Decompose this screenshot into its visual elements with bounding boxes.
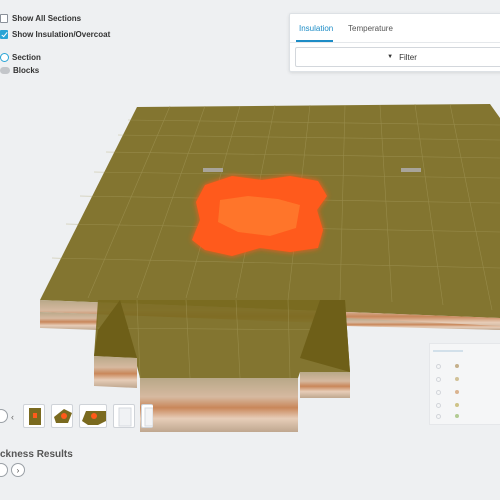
thickness-results-title: ckness Results — [0, 449, 73, 460]
thumbnail-5[interactable] — [141, 404, 153, 428]
show-all-sections-toggle[interactable]: Show All Sections — [0, 14, 81, 23]
swatch-icon — [455, 414, 459, 418]
swatch-icon — [455, 364, 459, 368]
radio-selected-icon[interactable] — [0, 53, 9, 62]
swatch-icon — [455, 390, 459, 394]
thumbnail-4[interactable] — [113, 404, 135, 428]
legend-row[interactable] — [436, 373, 500, 385]
temperature-hotspot — [192, 176, 327, 256]
tab-temperature[interactable]: Temperature — [348, 24, 393, 33]
tab-insulation[interactable]: Insulation — [299, 24, 333, 33]
chevron-left-icon[interactable]: ‹ — [11, 412, 14, 422]
show-insulation-overcoat-toggle[interactable]: Show Insulation/Overcoat — [0, 30, 110, 39]
caret-down-icon: ▼ — [387, 54, 394, 60]
thumbnail-1[interactable] — [23, 404, 45, 428]
section-radio[interactable]: Section — [0, 53, 41, 62]
legend-row[interactable] — [436, 410, 500, 422]
tab-divider — [290, 42, 500, 43]
section-label: Section — [12, 53, 41, 62]
legend-row[interactable] — [436, 360, 500, 372]
radio-icon[interactable] — [436, 363, 441, 369]
blocks-toggle[interactable]: Blocks — [0, 66, 39, 75]
swatch-icon — [455, 403, 459, 407]
3d-viewer[interactable] — [0, 0, 500, 500]
insulation-panel: Insulation Temperature ▼ Filter — [289, 13, 500, 72]
radio-icon[interactable] — [436, 413, 441, 419]
radio-icon[interactable] — [436, 389, 441, 395]
show-all-sections-label: Show All Sections — [12, 14, 82, 23]
rooftop-unit — [401, 168, 421, 172]
filter-label: Filter — [399, 52, 417, 62]
legend-row[interactable] — [436, 386, 500, 398]
thumbnail-3[interactable] — [79, 404, 107, 428]
rooftop-unit — [203, 168, 223, 172]
radio-icon[interactable] — [436, 376, 441, 382]
results-next-button[interactable]: › — [11, 463, 25, 477]
layer-legend — [429, 343, 500, 425]
toggle-off-icon[interactable] — [0, 67, 10, 74]
checkbox-checked-icon[interactable] — [0, 30, 8, 39]
chevron-right-icon: › — [16, 465, 20, 475]
filter-button[interactable]: ▼ Filter — [295, 47, 500, 67]
checkbox-icon[interactable] — [0, 14, 8, 23]
swatch-icon — [455, 377, 459, 381]
show-insulation-overcoat-label: Show Insulation/Overcoat — [12, 30, 111, 39]
thumbnail-2[interactable] — [51, 404, 73, 428]
radio-icon[interactable] — [436, 402, 441, 408]
blocks-label: Blocks — [13, 66, 40, 75]
